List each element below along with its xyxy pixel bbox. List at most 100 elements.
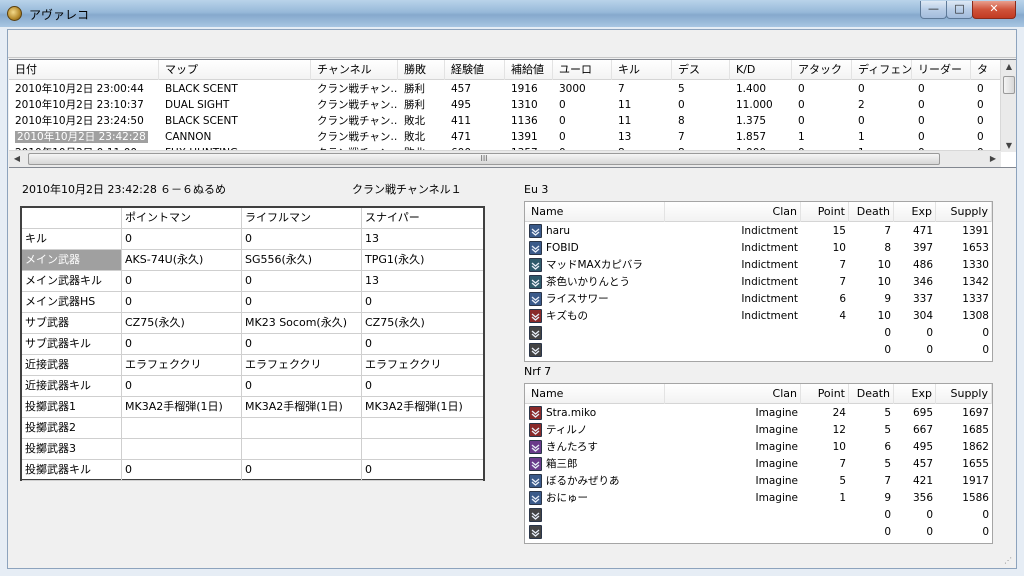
player-row[interactable]: 0 0 0 [525, 325, 992, 342]
team-column-header[interactable]: Clan [665, 384, 801, 404]
hscroll-thumb[interactable]: III [28, 153, 940, 165]
team-column-header[interactable]: Point [801, 384, 849, 404]
column-header[interactable]: チャンネル [311, 60, 398, 80]
player-supply: 1655 [962, 458, 989, 470]
scroll-left-icon[interactable]: ◀ [11, 154, 23, 163]
column-header[interactable]: K/D [730, 60, 792, 80]
weapon-cell: エラフェククリ [365, 358, 442, 371]
match-cell-text: 0 [798, 99, 805, 111]
player-supply: 1308 [962, 310, 989, 322]
player-row[interactable]: 箱三郎 Imagine 7 5 457 1655 [525, 456, 992, 473]
close-button[interactable]: ✕ [972, 1, 1016, 19]
match-cell: 7 [612, 81, 672, 97]
team-column-header[interactable]: Death [849, 202, 894, 222]
team-column-header[interactable]: Name [525, 202, 665, 222]
player-exp: 0 [926, 327, 933, 339]
match-list-vscrollbar[interactable]: ▲ ▼ [1000, 60, 1016, 152]
resize-grip-icon[interactable]: ⋰ [1004, 556, 1014, 566]
match-cell: 0 [912, 97, 971, 113]
player-name [543, 524, 665, 541]
match-row[interactable]: 2010年10月2日 23:00:44 BLACK SCENT クラン戦チャン… 勝利… [9, 81, 1001, 97]
player-name: 茶色いかりんとう [546, 276, 630, 288]
player-clan: Indictment [741, 242, 798, 254]
player-row[interactable]: ぼるかみぜりあ Imagine 5 7 421 1917 [525, 473, 992, 490]
player-row[interactable]: ライスサワー Indictment 6 9 337 1337 [525, 291, 992, 308]
player-row[interactable]: FOBID Indictment 10 8 397 1653 [525, 240, 992, 257]
column-header[interactable]: マップ [159, 60, 311, 80]
player-row[interactable]: 0 0 0 [525, 342, 992, 359]
player-row[interactable]: 0 0 0 [525, 524, 992, 541]
weapon-cell: 0 [365, 379, 372, 392]
weapon-cell: 0 [365, 295, 372, 308]
player-row[interactable]: haru Indictment 15 7 471 1391 [525, 223, 992, 240]
player-name [543, 325, 665, 342]
team-column-header[interactable]: Name [525, 384, 665, 404]
player-row[interactable]: ティルノ Imagine 12 5 667 1685 [525, 422, 992, 439]
player-row[interactable]: キズもの Indictment 4 10 304 1308 [525, 308, 992, 325]
team-column-header[interactable]: Exp [894, 384, 936, 404]
match-cell-text: BLACK SCENT [165, 115, 238, 127]
weapon-row-label: サブ武器キル [22, 334, 122, 354]
match-list-hscrollbar[interactable]: ◀ III ▶ [9, 150, 1001, 167]
column-header[interactable]: キル [612, 60, 672, 80]
team-column-header[interactable]: Clan [665, 202, 801, 222]
team-column-header[interactable]: Death [849, 384, 894, 404]
scroll-up-icon[interactable]: ▲ [1001, 62, 1016, 71]
vscroll-thumb[interactable] [1003, 76, 1015, 94]
team-b-panel[interactable]: Name Clan Point Death Exp Supply Stra.miko Imag… [524, 383, 993, 544]
title-bar[interactable]: アヴァレコ — □ ✕ [0, 0, 1024, 27]
match-cell-text: 2 [858, 99, 865, 111]
match-cell: クラン戦チャン… [311, 129, 398, 145]
match-row[interactable]: 2010年10月2日 23:42:28 CANNON クラン戦チャン… 敗北 471 13… [9, 129, 1001, 145]
column-header[interactable]: リーダー [912, 60, 971, 80]
player-death: 6 [884, 441, 891, 453]
match-row[interactable]: 2010年10月2日 23:10:37 DUAL SIGHT クラン戦チャン… 勝利 4… [9, 97, 1001, 113]
player-point: 10 [832, 242, 846, 254]
match-list[interactable]: 日付マップチャンネル勝敗経験値補給値ユーロキルデスK/Dアタックディフェン…リー… [9, 59, 1016, 168]
match-cell: 8 [672, 113, 730, 129]
minimize-button[interactable]: — [920, 1, 947, 19]
weapon-row-label [22, 208, 122, 228]
match-row[interactable]: 2010年10月2日 23:24:50 BLACK SCENT クラン戦チャン… 敗北… [9, 113, 1001, 129]
team-a-panel[interactable]: Name Clan Point Death Exp Supply haru Indictmen… [524, 201, 993, 362]
match-cell: 0 [672, 97, 730, 113]
player-supply: 1862 [962, 441, 989, 453]
match-cell-text: 1391 [511, 131, 538, 143]
player-supply: 1342 [962, 276, 989, 288]
column-header[interactable]: 経験値 [445, 60, 505, 80]
player-row[interactable]: きんたろす Imagine 10 6 495 1862 [525, 439, 992, 456]
scroll-right-icon[interactable]: ▶ [987, 154, 999, 163]
weapon-cell: SG556(永久) [242, 250, 362, 270]
column-header[interactable]: タ [971, 60, 1001, 80]
player-point: 7 [839, 259, 846, 271]
team-column-header[interactable]: Exp [894, 202, 936, 222]
column-header[interactable]: ディフェン… [852, 60, 912, 80]
weapon-table-row: 投擲武器3 [22, 439, 483, 460]
detail-player: ６－６ぬるめ [160, 183, 226, 196]
player-row[interactable]: マッドMAXカピバラ Indictment 7 10 486 1330 [525, 257, 992, 274]
player-row[interactable]: 0 0 0 [525, 507, 992, 524]
team-column-header[interactable]: Supply [936, 202, 992, 222]
player-row[interactable]: おにゅー Imagine 1 9 356 1586 [525, 490, 992, 507]
window-title: アヴァレコ [29, 8, 90, 22]
player-row[interactable]: Stra.miko Imagine 24 5 695 1697 [525, 405, 992, 422]
column-header[interactable]: 日付 [9, 60, 159, 80]
scroll-down-icon[interactable]: ▼ [1001, 141, 1016, 150]
maximize-button[interactable]: □ [946, 1, 973, 19]
player-exp: 486 [912, 259, 933, 271]
match-cell-text: 1.375 [736, 115, 767, 127]
weapon-table-row: メイン武器 AKS-74U(永久) SG556(永久) TPG1(永久) [22, 250, 483, 271]
team-column-header[interactable]: Point [801, 202, 849, 222]
toolbar-strip [8, 30, 1016, 58]
column-header[interactable]: 補給値 [505, 60, 553, 80]
rank-icon [529, 292, 542, 306]
player-row[interactable]: 茶色いかりんとう Indictment 7 10 346 1342 [525, 274, 992, 291]
column-header[interactable]: 勝敗 [398, 60, 445, 80]
match-cell-text: 勝利 [404, 83, 425, 95]
column-header[interactable]: デス [672, 60, 730, 80]
match-cell-text: 敗北 [404, 115, 425, 127]
column-header[interactable]: アタック [792, 60, 852, 80]
client-area: 日付マップチャンネル勝敗経験値補給値ユーロキルデスK/Dアタックディフェン…リー… [7, 29, 1017, 569]
team-column-header[interactable]: Supply [936, 384, 992, 404]
column-header[interactable]: ユーロ [553, 60, 612, 80]
